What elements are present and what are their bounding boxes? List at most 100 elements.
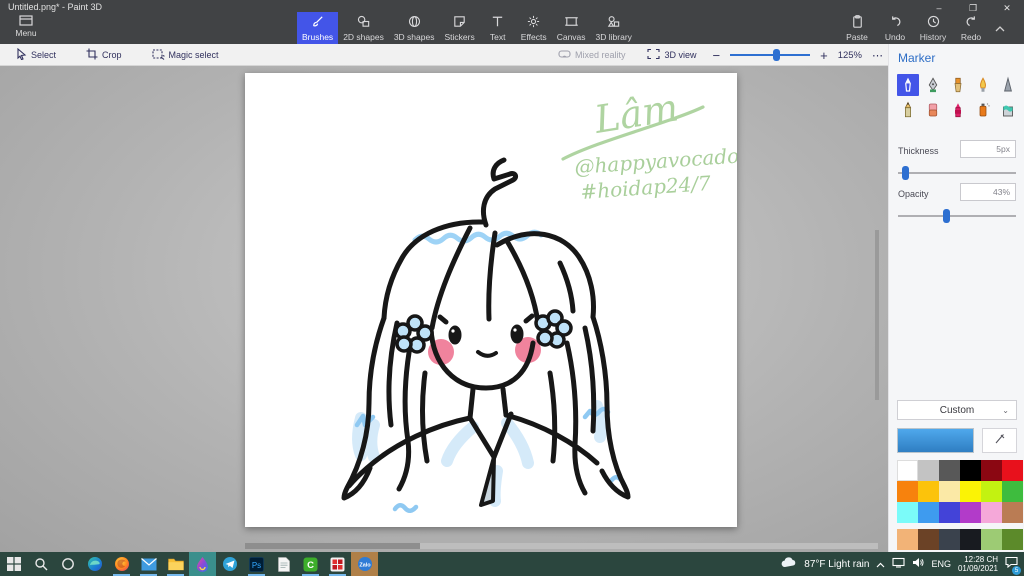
color-swatch[interactable] bbox=[981, 460, 1002, 481]
horizontal-scrollbar-thumb[interactable] bbox=[245, 543, 420, 549]
brush-pixel-pen[interactable] bbox=[997, 74, 1019, 96]
color-swatch[interactable] bbox=[897, 481, 918, 502]
color-swatch[interactable] bbox=[960, 529, 981, 550]
color-swatch[interactable] bbox=[939, 481, 960, 502]
clipchamp-icon[interactable]: C bbox=[297, 552, 324, 576]
brush-fill[interactable] bbox=[997, 99, 1019, 121]
zalo-icon[interactable]: Zalo bbox=[351, 552, 378, 576]
color-swatch[interactable] bbox=[981, 502, 1002, 523]
color-swatch[interactable] bbox=[897, 502, 918, 523]
color-swatch[interactable] bbox=[939, 502, 960, 523]
telegram-icon[interactable] bbox=[216, 552, 243, 576]
tab-3d-shapes[interactable]: 3D shapes bbox=[389, 12, 440, 44]
color-swatch[interactable] bbox=[1002, 481, 1023, 502]
color-swatch[interactable] bbox=[981, 529, 1002, 550]
color-swatch[interactable] bbox=[1002, 529, 1023, 550]
color-swatch[interactable] bbox=[939, 529, 960, 550]
cortana-icon[interactable] bbox=[54, 552, 81, 576]
mail-icon[interactable] bbox=[135, 552, 162, 576]
menu-button[interactable]: Menu bbox=[6, 13, 46, 38]
collapse-ribbon-button[interactable] bbox=[990, 12, 1010, 38]
drawing-canvas[interactable]: Lâm @happyavocado #hoidap24/7 bbox=[245, 73, 737, 527]
thickness-input[interactable]: 5px bbox=[960, 140, 1016, 158]
history-button[interactable]: History bbox=[914, 12, 952, 42]
taskbar-clock[interactable]: 12:28 CH 01/09/2021 bbox=[958, 555, 998, 573]
vertical-scrollbar[interactable] bbox=[875, 230, 879, 400]
mixed-reality-button[interactable]: Mixed reality bbox=[552, 44, 632, 66]
brush-oil-brush[interactable] bbox=[947, 74, 969, 96]
crop-icon bbox=[86, 48, 98, 62]
eyedropper-icon bbox=[994, 432, 1006, 450]
brush-crayon[interactable] bbox=[947, 99, 969, 121]
brush-pencil[interactable] bbox=[897, 99, 919, 121]
taskbar: Ps C Zalo 87°F Light rain ENG 12:28 CH 0… bbox=[0, 552, 1024, 576]
color-swatch[interactable] bbox=[1002, 502, 1023, 523]
weather-icon[interactable] bbox=[781, 555, 797, 573]
zoom-slider-thumb[interactable] bbox=[773, 49, 781, 61]
photoshop-icon[interactable]: Ps bbox=[243, 552, 270, 576]
tab-effects[interactable]: Effects bbox=[516, 12, 552, 44]
brush-calligraphy-pen[interactable] bbox=[922, 74, 944, 96]
horizontal-scrollbar[interactable] bbox=[245, 543, 878, 549]
tab-stickers[interactable]: Stickers bbox=[439, 12, 479, 44]
color-swatch[interactable] bbox=[960, 502, 981, 523]
language-indicator[interactable]: ENG bbox=[931, 559, 951, 569]
current-color[interactable] bbox=[897, 428, 974, 453]
color-swatch[interactable] bbox=[960, 481, 981, 502]
paste-button[interactable]: Paste bbox=[838, 12, 876, 42]
stickers-icon bbox=[452, 12, 467, 32]
thickness-slider-thumb[interactable] bbox=[902, 166, 909, 180]
color-swatch[interactable] bbox=[897, 529, 918, 550]
color-swatch[interactable] bbox=[960, 460, 981, 481]
notepad-icon[interactable] bbox=[270, 552, 297, 576]
magic-select-button[interactable]: Magic select bbox=[146, 44, 225, 66]
color-swatch[interactable] bbox=[939, 460, 960, 481]
action-center-button[interactable]: 5 bbox=[1005, 555, 1021, 575]
tab-2d-shapes[interactable]: 2D shapes bbox=[338, 12, 389, 44]
color-swatch[interactable] bbox=[1002, 460, 1023, 481]
tab-text[interactable]: Text bbox=[480, 12, 516, 44]
tab-brushes[interactable]: Brushes bbox=[297, 12, 339, 44]
3d-view-button[interactable]: 3D view bbox=[641, 44, 702, 66]
color-swatch[interactable] bbox=[918, 460, 939, 481]
firefox-icon[interactable] bbox=[108, 552, 135, 576]
brush-spray-can[interactable] bbox=[972, 99, 994, 121]
artist-signature: Lâm bbox=[591, 85, 682, 142]
color-swatch[interactable] bbox=[897, 460, 918, 481]
eyedropper-button[interactable] bbox=[982, 428, 1017, 453]
zoom-slider[interactable] bbox=[730, 49, 811, 61]
color-swatch[interactable] bbox=[918, 529, 939, 550]
brush-eraser[interactable] bbox=[922, 99, 944, 121]
brush-watercolour[interactable] bbox=[972, 74, 994, 96]
thickness-slider[interactable] bbox=[898, 166, 1016, 180]
undo-button[interactable]: Undo bbox=[876, 12, 914, 42]
game-app-icon[interactable] bbox=[324, 552, 351, 576]
color-swatch[interactable] bbox=[918, 481, 939, 502]
volume-icon[interactable] bbox=[912, 555, 924, 573]
opacity-slider[interactable] bbox=[898, 209, 1016, 223]
network-icon[interactable] bbox=[892, 555, 905, 573]
tab-3d-library[interactable]: 3D library bbox=[591, 12, 637, 44]
tab-canvas[interactable]: Canvas bbox=[552, 12, 591, 44]
thickness-label: Thickness bbox=[898, 146, 939, 156]
search-icon[interactable] bbox=[27, 552, 54, 576]
more-options-icon[interactable]: ⋯ bbox=[872, 49, 884, 62]
crop-button[interactable]: Crop bbox=[80, 44, 128, 66]
file-explorer-icon[interactable] bbox=[162, 552, 189, 576]
color-swatch[interactable] bbox=[981, 481, 1002, 502]
paint-3d-icon[interactable] bbox=[189, 552, 216, 576]
zoom-percent[interactable]: 125% bbox=[838, 50, 862, 61]
custom-color-dropdown[interactable]: Custom ⌄ bbox=[897, 400, 1017, 420]
brush-marker[interactable] bbox=[897, 74, 919, 96]
edge-icon[interactable] bbox=[81, 552, 108, 576]
select-button[interactable]: Select bbox=[10, 44, 62, 66]
weather-text[interactable]: 87°F Light rain bbox=[804, 559, 869, 570]
color-swatch[interactable] bbox=[918, 502, 939, 523]
zoom-out-button[interactable]: − bbox=[713, 48, 721, 63]
opacity-slider-thumb[interactable] bbox=[943, 209, 950, 223]
tray-chevron-icon[interactable] bbox=[876, 555, 885, 573]
start-button[interactable] bbox=[0, 552, 27, 576]
zoom-in-button[interactable]: + bbox=[820, 48, 828, 63]
redo-button[interactable]: Redo bbox=[952, 12, 990, 42]
opacity-input[interactable]: 43% bbox=[960, 183, 1016, 201]
